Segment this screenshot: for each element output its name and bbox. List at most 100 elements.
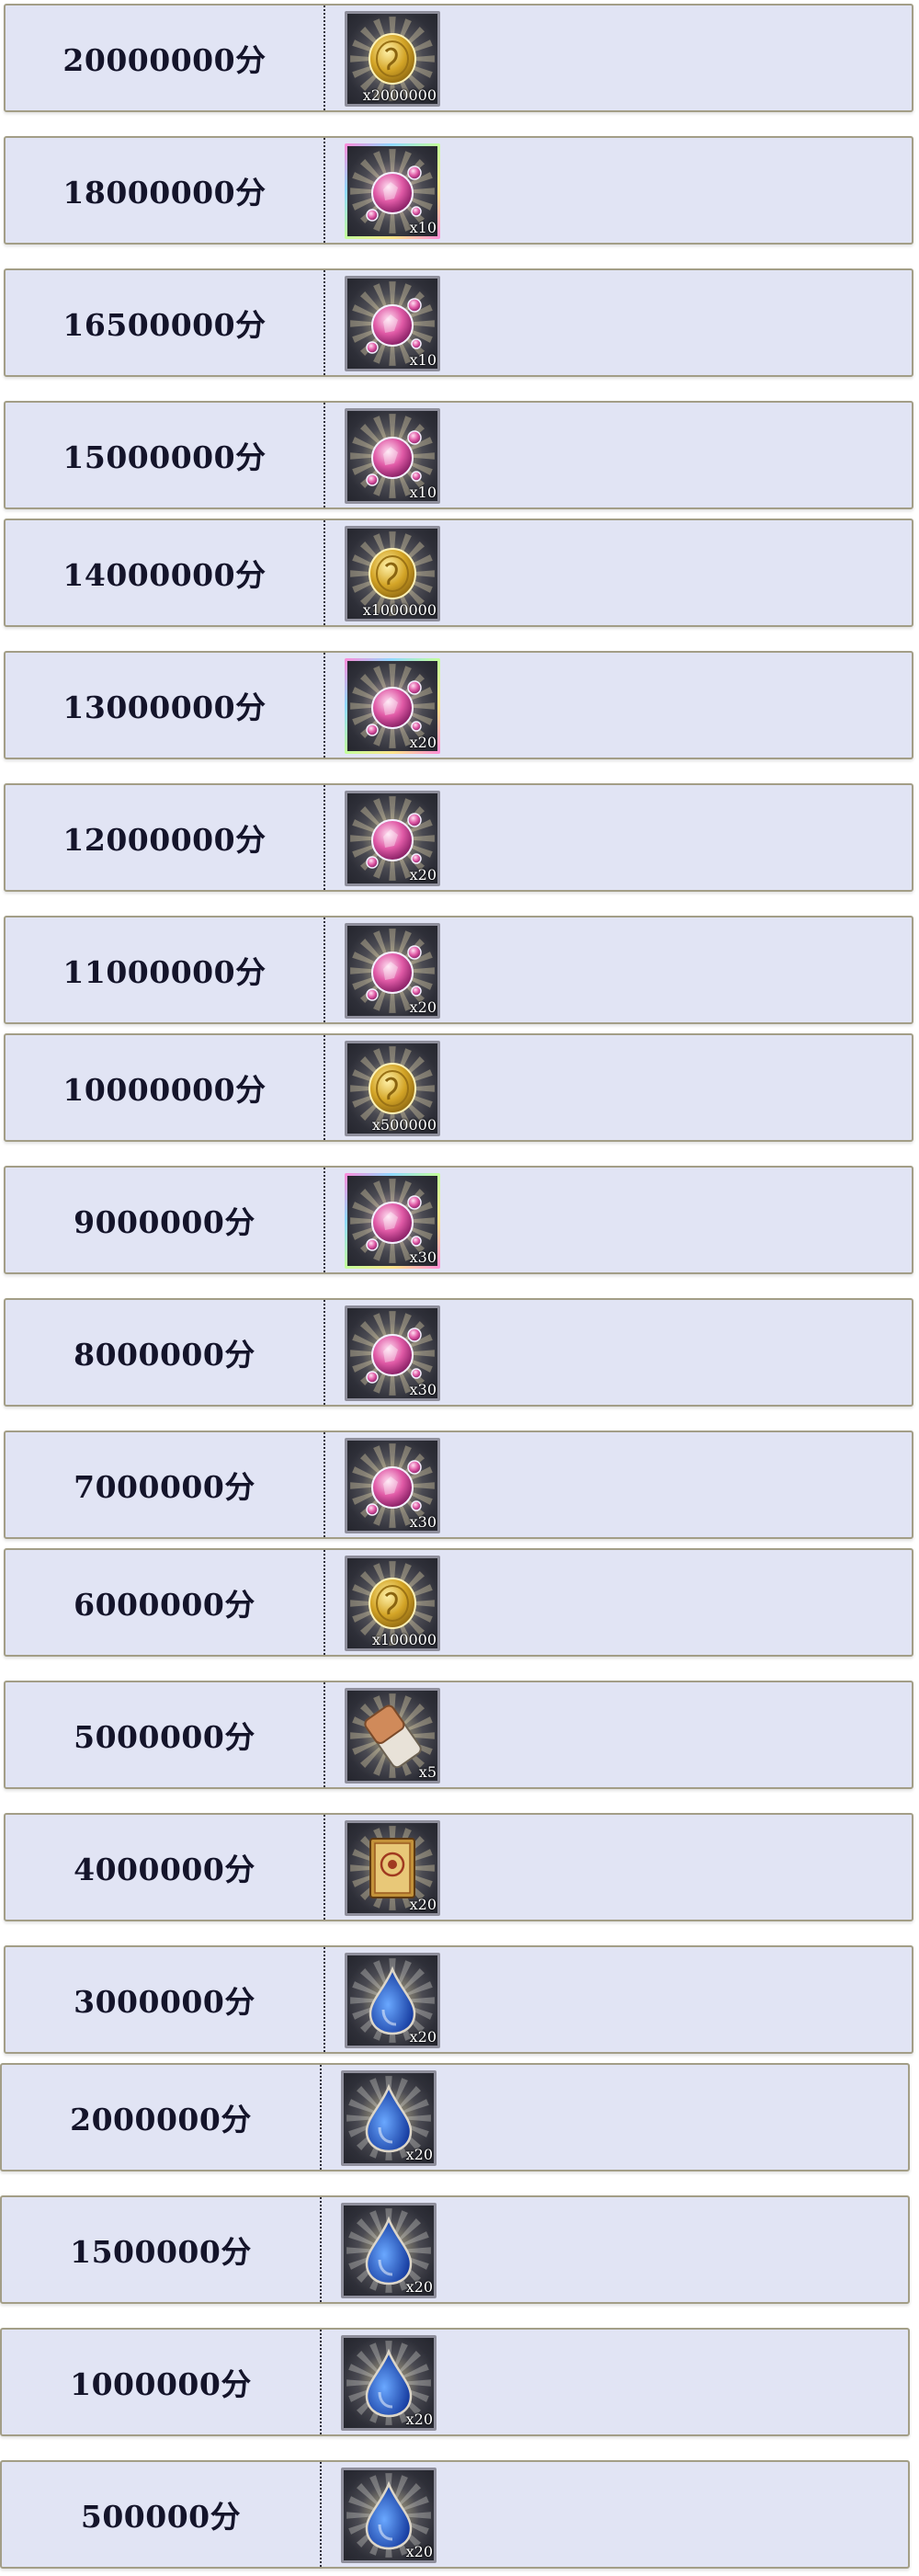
bandage-ticket-icon[interactable]: x5 (345, 1688, 440, 1784)
score-threshold: 8000000分 (74, 1337, 255, 1373)
pink-crystal-orb-icon[interactable]: x20 (345, 658, 440, 754)
dotted-divider (323, 1432, 325, 1537)
item-quantity: x30 (409, 1513, 437, 1531)
score-threshold: 13000000分 (62, 690, 267, 725)
gold-coin-icon[interactable]: x1000000 (345, 526, 440, 621)
item-quantity: x100000 (371, 1631, 437, 1648)
item-quantity: x30 (409, 1381, 437, 1398)
reward-row: 8000000分 x30 (4, 1298, 913, 1407)
blue-crystal-orb-icon[interactable]: x20 (345, 791, 440, 886)
rune-card-icon[interactable]: x20 (345, 1820, 440, 1916)
item-quantity: x10 (409, 351, 437, 369)
gold-coin-icon[interactable]: x500000 (345, 1041, 440, 1136)
dotted-divider (323, 403, 325, 507)
reward-row: 1500000分 x20 (0, 2195, 910, 2304)
gold-coin-icon[interactable]: x100000 (345, 1556, 440, 1651)
reward-row: 3000000分 x20 (4, 1945, 913, 2054)
item-quantity: x20 (409, 1896, 437, 1913)
item-quantity: x1000000 (362, 601, 437, 619)
score-threshold: 12000000分 (62, 822, 267, 858)
item-quantity: x20 (409, 734, 437, 751)
score-threshold: 14000000分 (62, 557, 267, 593)
item-quantity: x20 (405, 2146, 433, 2163)
dark-crystal-orb-icon[interactable]: x20 (345, 923, 440, 1019)
reward-row: 6000000分 x100000 (4, 1548, 913, 1657)
score-threshold: 6000000分 (74, 1587, 255, 1623)
reward-row: 500000分 x20 (0, 2460, 910, 2569)
score-threshold: 18000000分 (62, 175, 267, 211)
score-threshold: 7000000分 (74, 1469, 255, 1505)
pink-crystal-orb-icon[interactable]: x10 (345, 143, 440, 239)
reward-row: 7000000分 x30 (4, 1430, 913, 1539)
dotted-divider (323, 520, 325, 625)
dotted-divider (323, 6, 325, 110)
blue-crystal-orb-icon[interactable]: x10 (345, 276, 440, 371)
dotted-divider (320, 2197, 322, 2302)
reward-row: 12000000分 x20 (4, 783, 913, 892)
item-quantity: x10 (409, 219, 437, 236)
reward-row: 15000000分 x10 (4, 401, 913, 509)
dotted-divider (320, 2330, 322, 2434)
gold-coin-icon[interactable]: x2000000 (345, 11, 440, 107)
item-quantity: x20 (409, 998, 437, 1016)
item-quantity: x20 (409, 2028, 437, 2046)
reward-row: 9000000分 x30 (4, 1166, 913, 1274)
dotted-divider (320, 2065, 322, 2170)
score-threshold: 3000000分 (74, 1984, 255, 2020)
dotted-divider (323, 1947, 325, 2052)
item-quantity: x20 (405, 2278, 433, 2296)
item-quantity: x20 (405, 2411, 433, 2428)
score-threshold: 15000000分 (62, 439, 267, 475)
item-quantity: x20 (409, 866, 437, 883)
dotted-divider (320, 2462, 322, 2567)
item-quantity: x5 (418, 1763, 437, 1781)
item-quantity: x30 (409, 1248, 437, 1266)
purple-droplet-icon[interactable]: x20 (341, 2203, 437, 2298)
dotted-divider (323, 270, 325, 375)
reward-row: 2000000分 x20 (0, 2063, 910, 2171)
score-threshold: 11000000分 (62, 954, 267, 990)
dotted-divider (323, 1035, 325, 1140)
yellow-droplet-icon[interactable]: x20 (341, 2335, 437, 2431)
dotted-divider (323, 918, 325, 1022)
dotted-divider (323, 1815, 325, 1920)
dotted-divider (323, 1168, 325, 1272)
reward-row: 14000000分 x1000000 (4, 519, 913, 627)
blue-droplet-icon[interactable]: x20 (345, 1953, 440, 2048)
score-threshold: 16500000分 (62, 307, 267, 343)
score-threshold: 20000000分 (62, 42, 267, 78)
dark-crystal-orb-icon[interactable]: x30 (345, 1438, 440, 1533)
reward-row: 20000000分 x2000000 (4, 4, 913, 112)
dotted-divider (323, 785, 325, 890)
score-threshold: 1500000分 (70, 2234, 252, 2270)
blue-crystal-orb-icon[interactable]: x30 (345, 1305, 440, 1401)
reward-row: 11000000分 x20 (4, 916, 913, 1024)
score-threshold: 5000000分 (74, 1719, 255, 1755)
reward-row: 4000000分 x20 (4, 1813, 913, 1921)
score-threshold: 1000000分 (70, 2366, 252, 2402)
pink-crystal-orb-icon[interactable]: x30 (345, 1173, 440, 1269)
reward-row: 18000000分 x10 (4, 136, 913, 245)
score-threshold: 10000000分 (62, 1072, 267, 1108)
dotted-divider (323, 1550, 325, 1655)
reward-row: 1000000分 x20 (0, 2328, 910, 2436)
score-threshold: 4000000分 (74, 1852, 255, 1887)
dotted-divider (323, 653, 325, 758)
reward-row: 16500000分 x10 (4, 268, 913, 377)
reward-row: 13000000分 x20 (4, 651, 913, 759)
item-quantity: x10 (409, 484, 437, 501)
score-threshold: 500000分 (80, 2499, 242, 2535)
red-droplet-icon[interactable]: x20 (341, 2468, 437, 2563)
reward-row: 5000000分 x5 (4, 1681, 913, 1789)
dark-crystal-orb-icon[interactable]: x10 (345, 408, 440, 504)
item-quantity: x2000000 (362, 86, 437, 104)
dotted-divider (323, 138, 325, 243)
dotted-divider (323, 1682, 325, 1787)
score-threshold: 2000000分 (70, 2102, 252, 2137)
green-droplet-icon[interactable]: x20 (341, 2070, 437, 2166)
item-quantity: x20 (405, 2543, 433, 2560)
score-threshold: 9000000分 (74, 1204, 255, 1240)
dotted-divider (323, 1300, 325, 1405)
item-quantity: x500000 (371, 1116, 437, 1134)
reward-row: 10000000分 x500000 (4, 1033, 913, 1142)
